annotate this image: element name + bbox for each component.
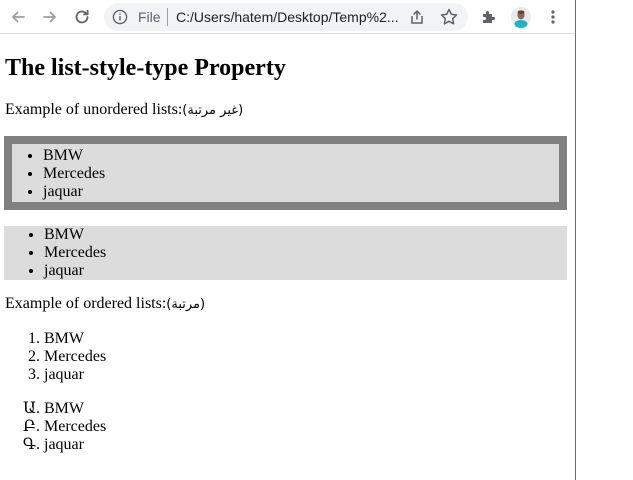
forward-button[interactable] [38, 5, 62, 29]
ordered-intro-arabic: (مرتبة) [166, 297, 206, 312]
forward-arrow-icon [43, 11, 56, 23]
list-item: Mercedes [44, 348, 106, 366]
back-button[interactable] [6, 5, 30, 29]
reload-icon [75, 9, 89, 24]
profile-button[interactable] [509, 5, 533, 29]
ordered-intro: Example of ordered lists:(مرتبة) [5, 294, 205, 315]
unordered-list-plain: BMW Mercedes jaquar [4, 226, 567, 280]
back-arrow-icon [12, 11, 25, 23]
list-item: Mercedes [44, 244, 567, 262]
unordered-intro-text: Example of unordered lists: [5, 101, 183, 118]
list-item: jaquar [44, 262, 567, 280]
reload-button[interactable] [70, 5, 94, 29]
browser-toolbar: File C:/Users/hatem/Desktop/Temp%2... [0, 0, 576, 34]
list-item: BMW [44, 226, 567, 244]
url-text[interactable]: C:/Users/hatem/Desktop/Temp%2... [176, 9, 399, 25]
info-icon[interactable] [112, 9, 128, 25]
share-icon[interactable] [408, 8, 426, 26]
extensions-puzzle-icon [483, 11, 495, 23]
ordered-list-armenian: BMW Mercedes jaquar [4, 400, 106, 454]
unordered-intro: Example of unordered lists:(غير مرتبة) [5, 100, 243, 121]
unordered-intro-arabic: (غير مرتبة) [182, 103, 244, 118]
list-item: jaquar [44, 366, 106, 384]
window-edge [575, 0, 576, 480]
menu-button[interactable] [541, 5, 565, 29]
page-content: The list-style-type Property Example of … [0, 34, 575, 480]
profile-avatar [511, 7, 531, 28]
list-item: BMW [44, 400, 106, 418]
ordered-list-decimal: BMW Mercedes jaquar [4, 330, 106, 384]
page-heading: The list-style-type Property [5, 55, 286, 81]
star-icon[interactable] [439, 7, 459, 27]
list-item: BMW [44, 330, 106, 348]
kebab-menu-icon [551, 10, 555, 24]
list-item: Mercedes [44, 418, 106, 436]
list-item: jaquar [44, 436, 106, 454]
list-item: BMW [43, 147, 559, 165]
file-scheme-label: File [138, 9, 161, 25]
list-item: Mercedes [43, 165, 559, 183]
unordered-list-bordered: BMW Mercedes jaquar [4, 136, 567, 210]
list-item: jaquar [43, 183, 559, 201]
extensions-button[interactable] [477, 5, 501, 29]
address-separator [167, 8, 168, 26]
ordered-intro-text: Example of ordered lists: [5, 295, 167, 312]
address-bar[interactable]: File C:/Users/hatem/Desktop/Temp%2... [104, 3, 468, 31]
